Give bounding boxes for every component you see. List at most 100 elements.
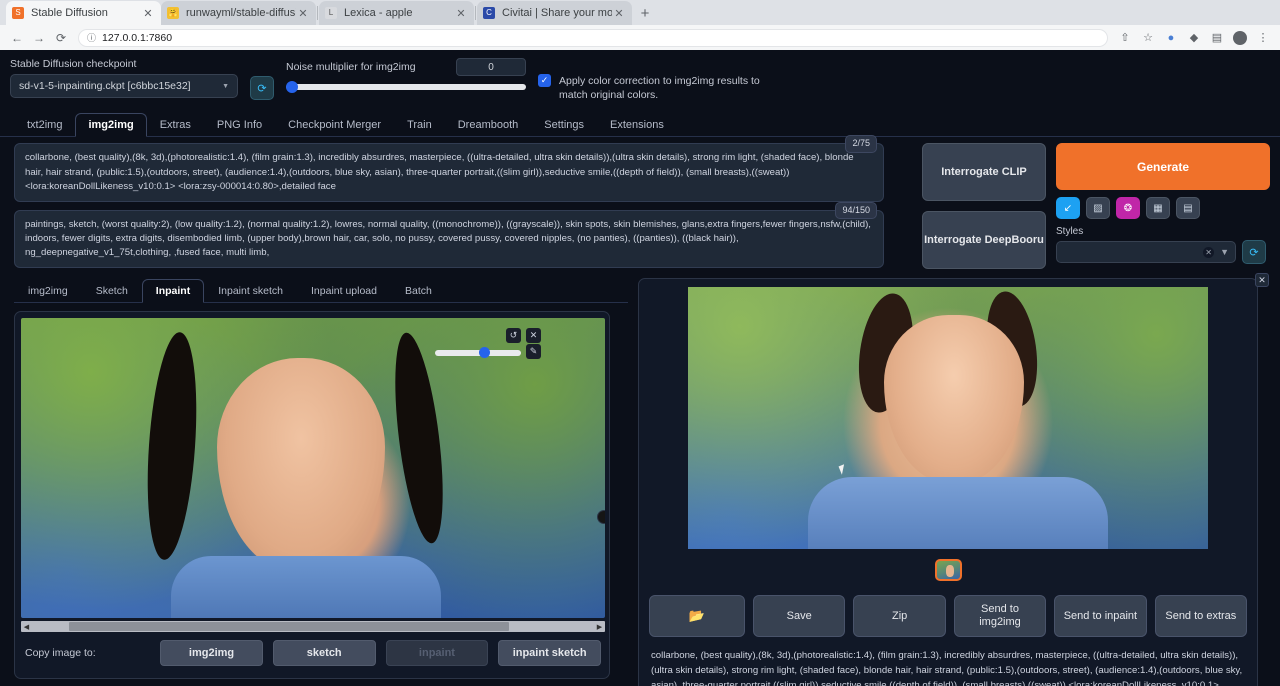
brush-slider-thumb[interactable]: [479, 347, 490, 359]
brush-size-icon[interactable]: ✎: [526, 344, 541, 360]
browser-tab-3[interactable]: C Civitai | Share your models ✕: [477, 1, 632, 25]
copy-to-img2img-button[interactable]: img2img: [160, 640, 263, 667]
result-face: [884, 315, 1024, 484]
negative-prompt-textarea[interactable]: 94/150 paintings, sketch, (worst quality…: [14, 201, 884, 269]
checkpoint-field: Stable Diffusion checkpoint sd-v1-5-inpa…: [10, 58, 238, 98]
subtab-inpaint[interactable]: Inpaint: [141, 279, 205, 304]
apply-style-icon[interactable]: ▤: [1176, 197, 1200, 220]
styles-dropdown[interactable]: ✕ ▼: [1056, 241, 1236, 264]
tab-train[interactable]: Train: [394, 113, 445, 137]
bookmark-star-icon[interactable]: ☆: [1137, 28, 1159, 48]
subtab-inpaint-sketch[interactable]: Inpaint sketch: [204, 279, 297, 303]
profile-avatar-icon[interactable]: [1229, 28, 1251, 48]
save-button[interactable]: Save: [753, 595, 846, 638]
subtab-inpaint-upload[interactable]: Inpaint upload: [297, 279, 391, 303]
tab-img2img[interactable]: img2img: [75, 113, 147, 138]
site-info-icon[interactable]: ⓘ: [87, 31, 96, 44]
color-correction-row[interactable]: ✓ Apply color correction to img2img resu…: [538, 74, 768, 102]
browser-tab-2[interactable]: L Lexica - apple ✕: [319, 1, 474, 25]
result-action-buttons: 📂 Save Zip Send to img2img Send to inpai…: [647, 595, 1249, 638]
tab-settings[interactable]: Settings: [531, 113, 597, 137]
img2img-sub-tab-bar: img2img Sketch Inpaint Inpaint sketch In…: [14, 278, 628, 304]
scroll-right-arrow[interactable]: ▶: [594, 623, 605, 631]
mouse-cursor: [838, 464, 848, 476]
extension-icon[interactable]: ●: [1160, 28, 1182, 48]
interrogate-deepbooru-button[interactable]: Interrogate DeepBooru: [922, 211, 1046, 270]
noise-multiplier-slider[interactable]: [286, 81, 526, 93]
negative-prompt-text: paintings, sketch, (worst quality:2), (l…: [25, 218, 871, 259]
close-tab-icon[interactable]: ✕: [454, 7, 468, 20]
stable-diffusion-icon: S: [12, 7, 24, 19]
sidepanel-icon[interactable]: ▤: [1206, 28, 1228, 48]
tab-extras[interactable]: Extras: [147, 113, 204, 137]
prompt-textarea[interactable]: 2/75 collarbone, (best quality),(8k, 3d)…: [14, 135, 884, 202]
copy-to-inpaint-sketch-button[interactable]: inpaint sketch: [498, 640, 602, 667]
generate-panel: Interrogate CLIP Interrogate DeepBooru G…: [922, 143, 1270, 270]
checkpoint-dropdown[interactable]: sd-v1-5-inpainting.ckpt [c6bbc15e32] ▼: [10, 74, 238, 98]
clear-styles-icon[interactable]: ✕: [1203, 246, 1215, 258]
new-tab-button[interactable]: +: [632, 1, 658, 25]
result-thumbnail[interactable]: [934, 559, 962, 582]
browser-chrome: S Stable Diffusion ✕ 🤗 runwayml/stable-d…: [0, 0, 1280, 50]
browser-menu-icon[interactable]: ⋮: [1252, 28, 1274, 48]
inpaint-canvas-card: ↺ ✕ ✎ ◀ ▶ Copy image to: img2img sketch …: [14, 311, 610, 680]
interrogate-column: Interrogate CLIP Interrogate DeepBooru: [922, 143, 1046, 270]
canvas-toolbar: ↺ ✕: [506, 328, 541, 344]
send-to-extras-button[interactable]: Send to extras: [1154, 595, 1248, 638]
result-image[interactable]: [688, 287, 1208, 550]
scrollbar-thumb[interactable]: [69, 622, 509, 632]
close-tab-icon[interactable]: ✕: [296, 7, 310, 20]
extension-icon-2[interactable]: ◆: [1183, 28, 1205, 48]
slider-thumb[interactable]: [286, 81, 298, 93]
brush-size-slider[interactable]: [435, 347, 521, 359]
browser-tab-0[interactable]: S Stable Diffusion ✕: [6, 1, 161, 25]
mask-stroke-left: [141, 331, 203, 562]
prompt-section: 2/75 collarbone, (best quality),(8k, 3d)…: [0, 135, 1280, 270]
back-arrow-icon[interactable]: ←: [6, 28, 28, 48]
refresh-checkpoint-icon[interactable]: ⟳: [250, 76, 274, 100]
prompt-tool-icons: ↙ ▨ ❂ ▦ ▤: [1056, 197, 1270, 220]
scroll-left-arrow[interactable]: ◀: [21, 623, 32, 631]
send-to-inpaint-button[interactable]: Send to inpaint: [1054, 595, 1147, 638]
share-icon[interactable]: ⇧: [1114, 28, 1136, 48]
interrogate-clip-button[interactable]: Interrogate CLIP: [922, 143, 1046, 202]
restore-progress-icon[interactable]: ↙: [1056, 197, 1080, 220]
subtab-sketch[interactable]: Sketch: [82, 279, 142, 303]
close-tab-icon[interactable]: ✕: [612, 7, 626, 20]
styles-row: ✕ ▼ ⟳: [1056, 240, 1270, 265]
open-folder-button[interactable]: 📂: [649, 595, 745, 638]
copy-to-sketch-button[interactable]: sketch: [272, 640, 376, 667]
zip-button[interactable]: Zip: [853, 595, 946, 638]
copy-image-row: Copy image to: img2img sketch inpaint in…: [21, 640, 603, 672]
subtab-img2img[interactable]: img2img: [14, 279, 82, 303]
browser-tab-1[interactable]: 🤗 runwayml/stable-diffusion-inpa ✕: [161, 1, 316, 25]
close-tab-icon[interactable]: ✕: [141, 7, 155, 20]
tab-separator: [317, 5, 318, 20]
color-correction-checkbox[interactable]: ✓: [538, 74, 551, 87]
save-style-icon[interactable]: ▦: [1146, 197, 1170, 220]
color-correction-label: Apply color correction to img2img result…: [559, 75, 760, 102]
canvas-horizontal-scrollbar[interactable]: ◀ ▶: [21, 621, 605, 633]
tab-txt2img[interactable]: txt2img: [14, 113, 75, 137]
undo-icon[interactable]: ↺: [506, 328, 521, 344]
refresh-styles-icon[interactable]: ⟳: [1242, 240, 1266, 265]
tab-checkpoint-merger[interactable]: Checkpoint Merger: [275, 113, 394, 137]
subtab-batch[interactable]: Batch: [391, 279, 446, 303]
forward-arrow-icon[interactable]: →: [28, 28, 50, 48]
tab-title: Civitai | Share your models: [502, 7, 612, 19]
noise-multiplier-value[interactable]: 0: [456, 58, 526, 76]
reload-icon[interactable]: ⟳: [50, 28, 72, 48]
generate-button[interactable]: Generate: [1056, 143, 1270, 191]
address-bar[interactable]: ⓘ 127.0.0.1:7860: [78, 28, 1108, 47]
tab-png-info[interactable]: PNG Info: [204, 113, 275, 137]
tab-extensions[interactable]: Extensions: [597, 113, 677, 137]
send-to-img2img-button[interactable]: Send to img2img: [953, 595, 1047, 638]
remove-image-icon[interactable]: ✕: [526, 328, 541, 344]
close-result-icon[interactable]: ✕: [1255, 273, 1269, 288]
copy-image-label: Copy image to:: [25, 647, 96, 660]
show-extra-networks-icon[interactable]: ❂: [1116, 197, 1140, 220]
tab-dreambooth[interactable]: Dreambooth: [445, 113, 532, 137]
inpaint-canvas[interactable]: ↺ ✕ ✎: [21, 318, 605, 619]
browser-navbar: ← → ⟳ ⓘ 127.0.0.1:7860 ⇧ ☆ ● ◆ ▤ ⋮: [0, 25, 1280, 50]
clear-prompt-icon[interactable]: ▨: [1086, 197, 1110, 220]
